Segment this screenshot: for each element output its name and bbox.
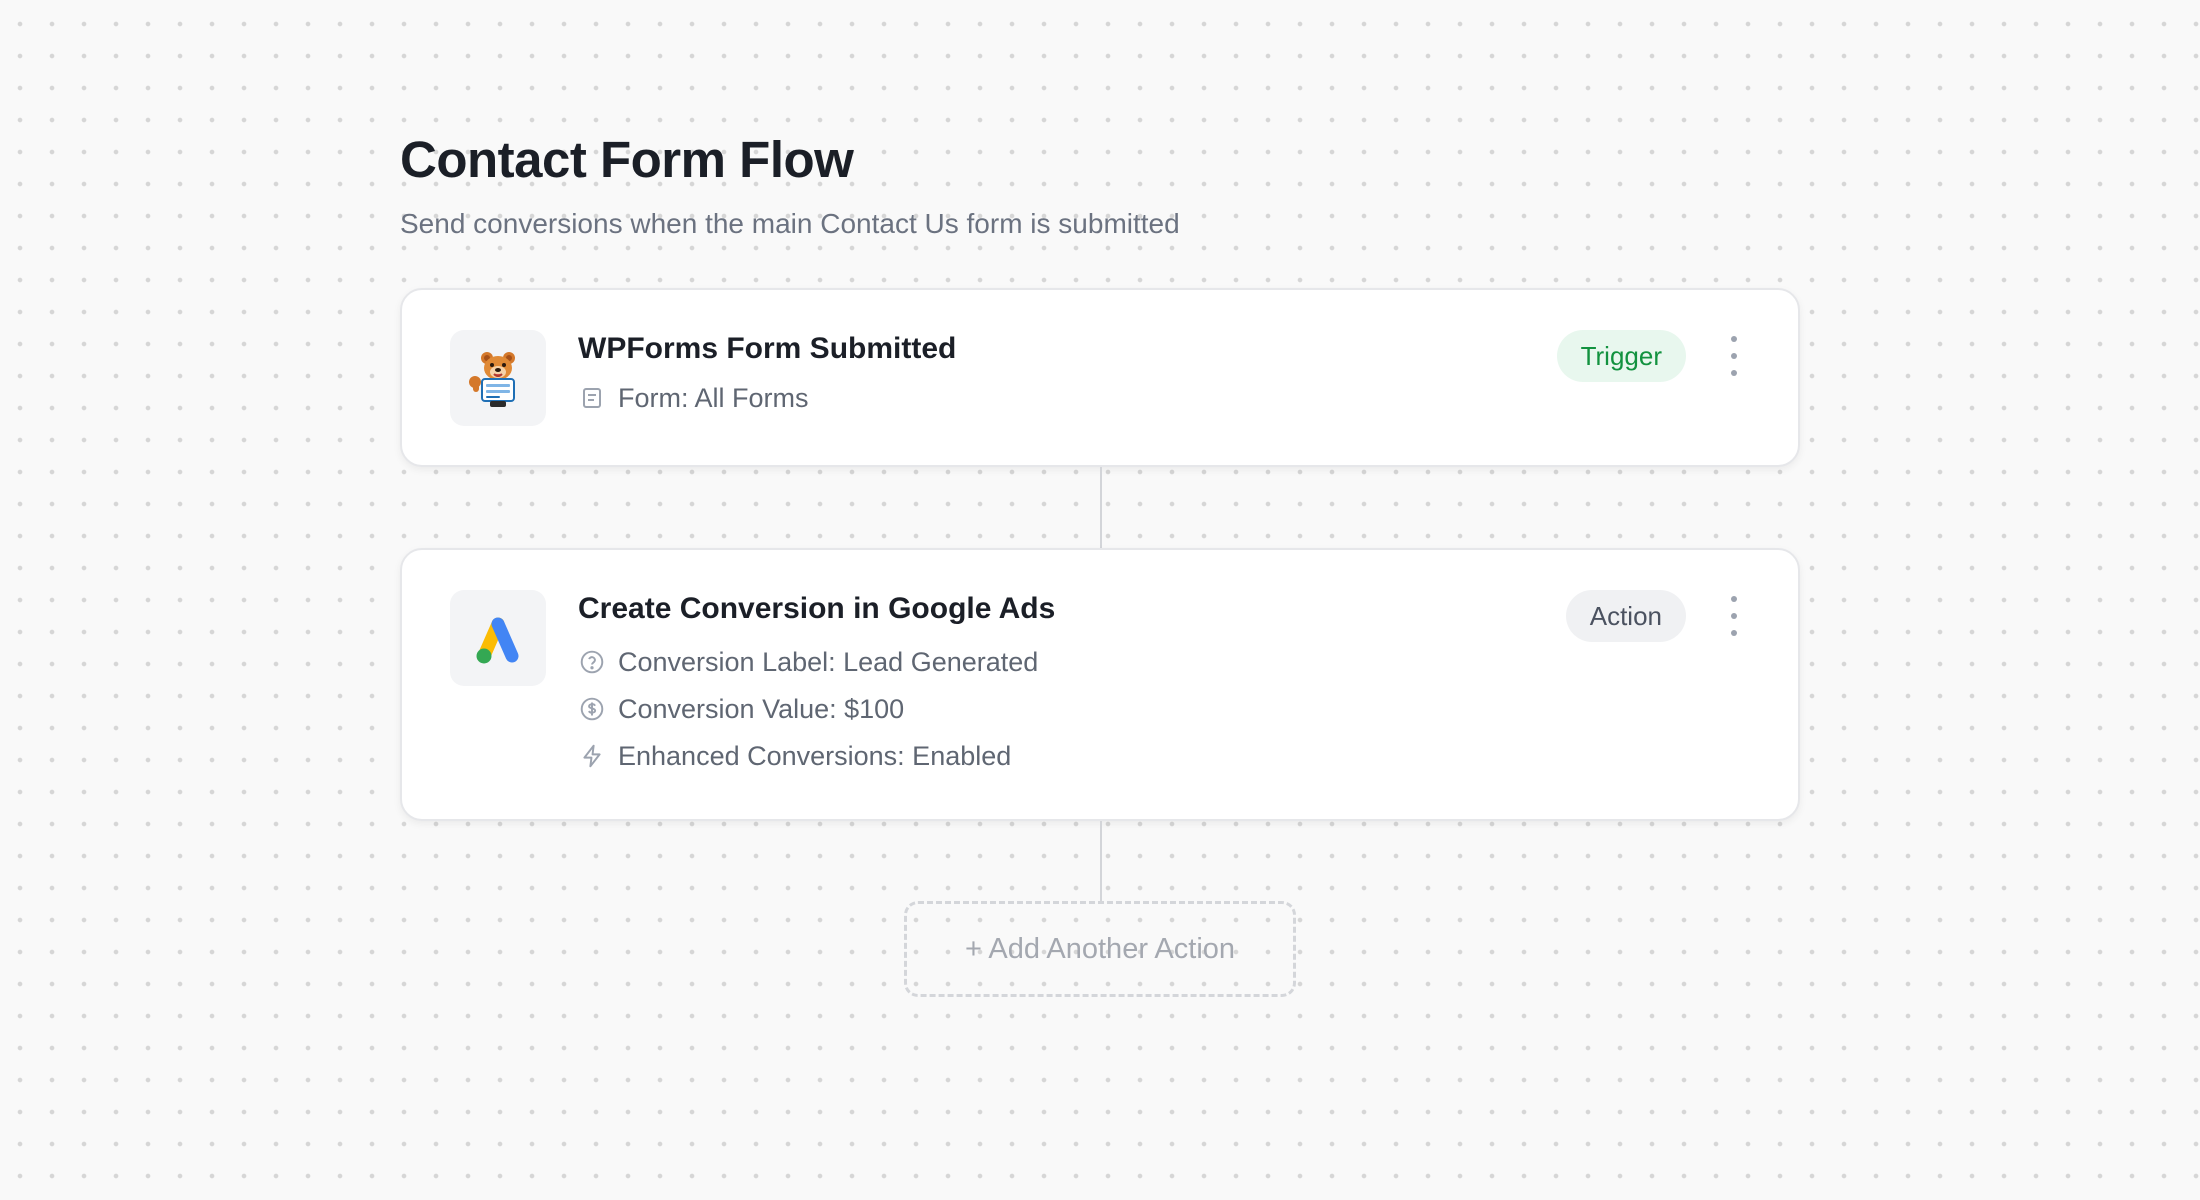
action-card-body: Create Conversion in Google Ads Conversi…	[578, 590, 1055, 774]
google-ads-logo-icon	[450, 590, 546, 686]
page-title: Contact Form Flow	[400, 131, 854, 188]
trigger-detail-text: Form: All Forms	[618, 383, 809, 413]
trigger-badge: Trigger	[1556, 330, 1686, 382]
action-detail-enhanced: Enhanced Conversions: Enabled	[578, 738, 1055, 774]
trigger-more-menu-icon[interactable]	[1726, 336, 1742, 376]
lightning-bolt-icon	[578, 742, 606, 770]
action-detail-text: Conversion Value: $100	[618, 694, 905, 724]
trigger-detail-form: Form: All Forms	[578, 380, 956, 416]
action-title: Create Conversion in Google Ads	[578, 592, 1056, 625]
trigger-card-body: WPForms Form Submitted Form: All Forms	[578, 330, 956, 416]
action-detail-label: Conversion Label: Lead Generated	[578, 644, 1055, 680]
flow-container: Contact Form Flow Send conversions when …	[400, 128, 1800, 997]
action-step-card[interactable]: Create Conversion in Google Ads Conversi…	[400, 548, 1800, 821]
add-another-action-button[interactable]: + Add Another Action	[904, 901, 1296, 997]
action-badge: Action	[1565, 590, 1686, 642]
page-subtitle: Send conversions when the main Contact U…	[400, 208, 1180, 239]
connector-line	[1100, 821, 1102, 901]
form-document-icon	[578, 384, 606, 412]
trigger-title: WPForms Form Submitted	[578, 332, 957, 365]
action-detail-text: Enhanced Conversions: Enabled	[618, 741, 1012, 771]
wpforms-bear-mascot-icon	[450, 330, 546, 426]
action-detail-text: Conversion Label: Lead Generated	[618, 647, 1039, 677]
action-detail-value: Conversion Value: $100	[578, 691, 1055, 727]
connector-line	[1100, 467, 1102, 548]
question-circle-icon	[578, 648, 606, 676]
dollar-circle-icon	[578, 695, 606, 723]
action-more-menu-icon[interactable]	[1726, 596, 1742, 636]
trigger-step-card[interactable]: WPForms Form Submitted Form: All Forms T…	[400, 288, 1800, 467]
